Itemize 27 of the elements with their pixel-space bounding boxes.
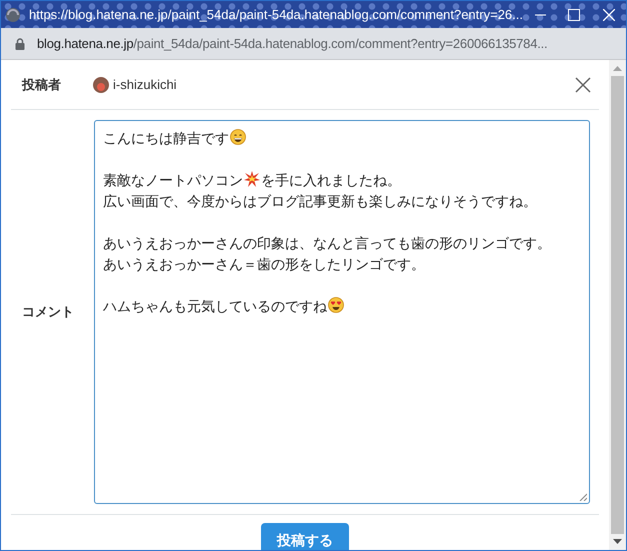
- scrollbar[interactable]: [609, 60, 626, 550]
- heart-eyes-face-icon: [328, 297, 344, 313]
- window-title: https://blog.hatena.ne.jp/paint_54da/paint-54da.hatenablog.com/comment?entry=26...: [29, 6, 523, 24]
- comment-label: コメント: [21, 303, 75, 322]
- comment-text: ハムちゃんも元気しているのですね: [103, 298, 327, 314]
- avatar-icon: [93, 76, 109, 92]
- burst-icon: [244, 171, 260, 187]
- comment-text: あいうえおっかーさんの印象は、なんと言っても歯の形のリンゴです。: [103, 235, 551, 251]
- grinning-face-icon: [230, 129, 246, 145]
- comment-text: 広い画面で、今度からはブログ記事更新も楽しみになりそうですね。: [103, 193, 537, 209]
- browser-icon: [5, 6, 21, 22]
- comment-text: こんにちは静吉です: [103, 130, 229, 146]
- scrollbar-thumb[interactable]: [611, 76, 624, 534]
- url-text[interactable]: blog.hatena.ne.jp/paint_54da/paint-54da.hatenablog.com/comment?entry=260066135784...: [37, 34, 548, 54]
- scroll-down-icon[interactable]: [613, 539, 622, 544]
- close-icon: [575, 76, 591, 92]
- close-button[interactable]: [573, 74, 593, 94]
- close-icon: [602, 8, 615, 20]
- author-label: 投稿者: [20, 76, 62, 94]
- author-name[interactable]: i-shizukichi: [113, 74, 177, 94]
- comment-text: 素敵なノートパソコン: [103, 172, 243, 188]
- lock-icon: [15, 38, 25, 50]
- comment-text: あいうえおっかーさん＝歯の形をしたリンゴです。: [103, 256, 425, 272]
- resize-handle-icon: [579, 493, 587, 501]
- comment-text: を手に入れましたね。: [261, 172, 401, 188]
- comment-field[interactable]: こんにちは静吉です 素敵なノートパソコン を手に入れましたね。 広い画面で、今度からはブログ記事更新も楽しみになりそうですね。 あいうえおっかーさんの印象は、なんと言っても歯の形のリンゴです。 あいうえおっかーさん＝歯の形をしたリンゴです。 ハムちゃんも元気しているのですね: [94, 120, 590, 504]
- maximize-icon: [568, 8, 580, 20]
